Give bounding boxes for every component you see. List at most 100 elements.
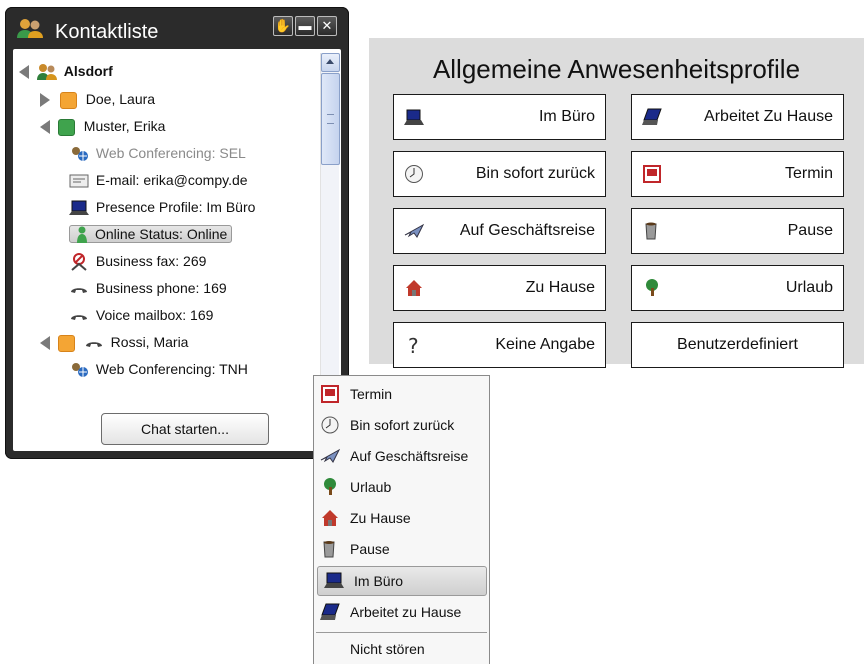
expand-arrow-icon[interactable] <box>40 93 50 108</box>
profile-label: Pause <box>787 222 833 239</box>
profile-button-arbeitet-zu-hause[interactable]: Arbeitet Zu Hause <box>631 94 844 140</box>
hand-icon[interactable]: ✋ <box>273 16 293 36</box>
calendar-icon <box>321 385 339 403</box>
scroll-grip-icon <box>327 114 334 124</box>
group-row-alsdorf[interactable]: Alsdorf <box>19 59 113 83</box>
status-online-icon <box>57 118 75 136</box>
detail-text: Business fax: 269 <box>95 253 207 269</box>
status-busy-icon <box>57 334 75 352</box>
scroll-up-button[interactable] <box>321 53 340 72</box>
profile-label: Termin <box>784 165 833 182</box>
contact-row-doe-laura[interactable]: Doe, Laura <box>40 87 155 111</box>
web-conferencing-icon <box>72 147 88 162</box>
menu-item-arbeitet-zu-hause[interactable]: Arbeitet zu Hause <box>314 598 489 626</box>
minimize-button[interactable]: ▬ <box>295 16 315 36</box>
laptop-home-icon <box>320 603 340 620</box>
phone-icon <box>71 288 87 294</box>
detail-text: Business phone: 169 <box>95 280 227 296</box>
menu-item-im-buero[interactable]: Im Büro <box>317 566 487 596</box>
house-icon <box>406 280 422 296</box>
profile-label: Bin sofort zurück <box>475 165 595 182</box>
profile-label: Arbeitet Zu Hause <box>704 108 833 125</box>
close-button[interactable]: ✕ <box>317 16 337 36</box>
menu-separator <box>316 632 487 633</box>
detail-text: Voice mailbox: 169 <box>95 307 214 323</box>
phone-icon <box>71 315 87 321</box>
profile-button-pause[interactable]: Pause <box>631 208 844 254</box>
calendar-icon <box>643 165 661 183</box>
menu-label: Nicht stören <box>350 641 425 657</box>
detail-business-phone[interactable]: Business phone: 169 <box>69 276 227 300</box>
coffee-cup-icon <box>645 222 657 240</box>
detail-email[interactable]: E-mail: erika@compy.de <box>69 168 248 192</box>
profile-label: Auf Geschäftsreise <box>459 222 595 239</box>
email-card-icon <box>69 174 89 188</box>
palm-tree-icon <box>646 279 658 296</box>
detail-presence-profile[interactable]: Presence Profile: Im Büro <box>69 195 255 219</box>
clock-icon <box>321 416 339 434</box>
contact-list-body: Alsdorf Doe, Laura Muster, Erika Web Con… <box>13 49 341 451</box>
contact-name: Muster, Erika <box>83 118 166 134</box>
palm-tree-icon <box>324 478 336 495</box>
menu-label: Auf Geschäftsreise <box>350 448 469 464</box>
profile-button-bin-sofort-zurueck[interactable]: Bin sofort zurück <box>393 151 606 197</box>
contact-row-rossi-maria[interactable]: Rossi, Maria <box>40 330 188 354</box>
vertical-scrollbar[interactable] <box>320 53 340 401</box>
profile-button-termin[interactable]: Termin <box>631 151 844 197</box>
menu-item-auf-geschaeftsreise[interactable]: Auf Geschäftsreise <box>314 442 489 470</box>
profile-button-im-buero[interactable]: Im Büro <box>393 94 606 140</box>
presence-context-menu: Termin Bin sofort zurück Auf Geschäftsre… <box>313 375 490 664</box>
window-title: Kontaktliste <box>55 21 159 43</box>
laptop-icon <box>404 109 424 125</box>
svg-text:?: ? <box>408 335 419 355</box>
detail-text: Web Conferencing: TNH <box>95 361 248 377</box>
contacts-icon <box>17 19 43 38</box>
profile-button-urlaub[interactable]: Urlaub <box>631 265 844 311</box>
menu-item-urlaub[interactable]: Urlaub <box>314 473 489 501</box>
profile-button-auf-geschaeftsreise[interactable]: Auf Geschäftsreise <box>393 208 606 254</box>
airplane-icon <box>320 448 340 463</box>
scroll-thumb[interactable] <box>321 73 340 165</box>
fax-icon <box>71 253 87 272</box>
detail-voice-mailbox[interactable]: Voice mailbox: 169 <box>69 303 213 327</box>
phone-icon <box>85 342 102 348</box>
collapse-arrow-icon[interactable] <box>40 120 50 135</box>
menu-item-termin[interactable]: Termin <box>314 380 489 408</box>
detail-online-status[interactable]: Online Status: Online <box>69 222 233 246</box>
profile-button-keine-angabe[interactable]: ? Keine Angabe <box>393 322 606 368</box>
collapse-arrow-icon[interactable] <box>19 65 29 80</box>
laptop-home-icon <box>642 108 662 125</box>
profile-label: Im Büro <box>538 108 595 125</box>
window-titlebar[interactable]: Kontaktliste ✋ ▬ ✕ <box>5 7 349 49</box>
laptop-icon <box>69 200 89 216</box>
contact-name: Rossi, Maria <box>110 334 189 350</box>
presence-profiles-panel: Allgemeine Anwesenheitsprofile Im Büro A… <box>369 38 864 368</box>
detail-web-conferencing[interactable]: Web Conferencing: TNH <box>69 357 248 381</box>
menu-item-nicht-stoeren[interactable]: Nicht stören <box>314 635 489 663</box>
web-conferencing-icon <box>72 363 88 378</box>
chat-start-button[interactable]: Chat starten... <box>101 413 269 445</box>
menu-item-pause[interactable]: Pause <box>314 535 489 563</box>
contact-row-muster-erika[interactable]: Muster, Erika <box>40 114 165 138</box>
menu-label: Termin <box>350 386 393 402</box>
menu-label: Bin sofort zurück <box>350 417 455 433</box>
house-icon <box>322 510 338 526</box>
profile-button-zu-hause[interactable]: Zu Hause <box>393 265 606 311</box>
detail-text: E-mail: erika@compy.de <box>95 172 248 188</box>
profile-button-benutzerdefiniert[interactable]: Benutzerdefiniert <box>631 322 844 368</box>
airplane-icon <box>404 223 424 238</box>
contact-tree[interactable]: Alsdorf Doe, Laura Muster, Erika Web Con… <box>13 49 321 403</box>
group-name: Alsdorf <box>63 63 113 79</box>
menu-label: Pause <box>350 541 390 557</box>
collapse-arrow-icon[interactable] <box>40 336 50 351</box>
menu-item-zu-hause[interactable]: Zu Hause <box>314 504 489 532</box>
profile-label: Keine Angabe <box>495 336 595 353</box>
panel-title: Allgemeine Anwesenheitsprofile <box>432 54 801 84</box>
detail-web-conferencing[interactable]: Web Conferencing: SEL <box>69 141 246 165</box>
selected-item-highlight[interactable]: Online Status: Online <box>69 225 233 244</box>
detail-text: Web Conferencing: SEL <box>95 145 246 161</box>
group-people-icon <box>36 64 57 81</box>
menu-item-bin-sofort-zurueck[interactable]: Bin sofort zurück <box>314 411 489 439</box>
detail-business-fax[interactable]: Business fax: 269 <box>69 249 206 273</box>
laptop-icon <box>324 572 344 588</box>
